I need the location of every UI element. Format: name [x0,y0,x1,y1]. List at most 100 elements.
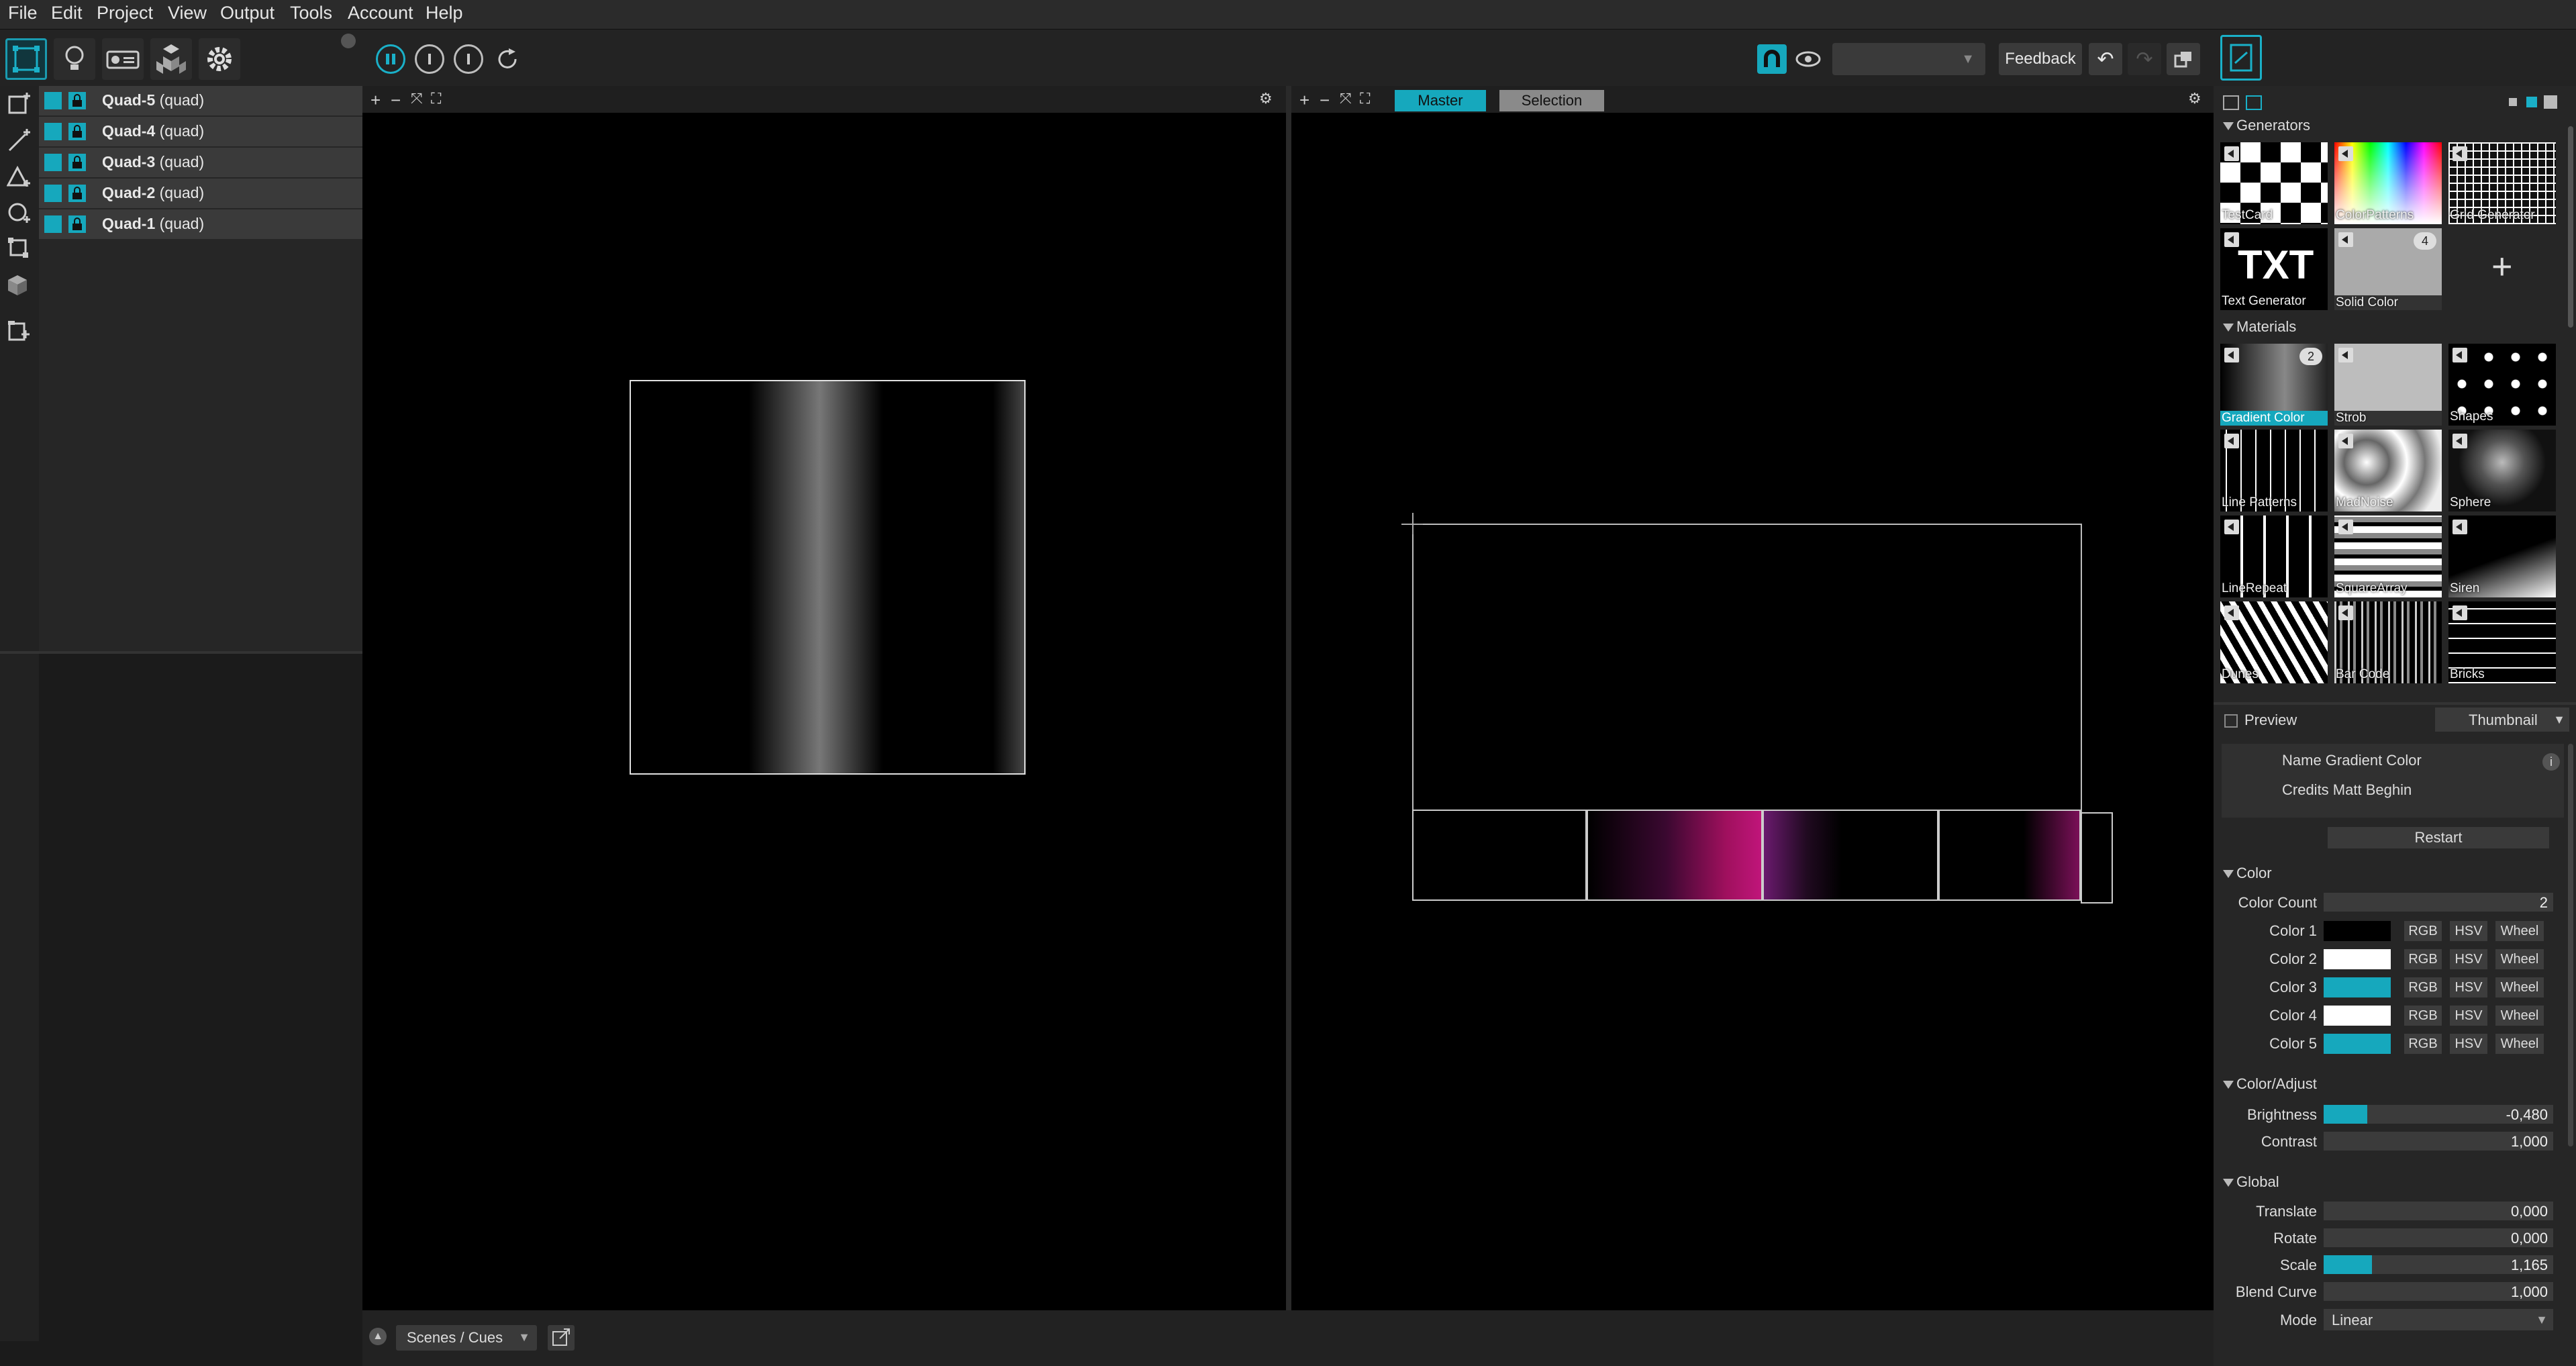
material-thumb[interactable]: Shapes [2448,344,2556,426]
document-button[interactable] [2220,35,2262,81]
color-count-slider[interactable]: 2 [2324,893,2553,912]
add-triangle-icon[interactable] [7,164,32,189]
play-arrow-icon[interactable] [2224,146,2239,161]
3d-mode-button[interactable] [150,38,192,80]
material-thumb[interactable]: Line Patterns [2220,430,2328,511]
material-thumb[interactable]: Siren [2448,516,2556,597]
hsv-button[interactable]: HSV [2450,1034,2487,1054]
menu-output[interactable]: Output [220,3,275,23]
play-arrow-icon[interactable] [2338,520,2353,534]
large-thumbs-icon[interactable] [2544,95,2557,109]
material-thumb[interactable]: MadNoise [2334,430,2442,511]
menu-edit[interactable]: Edit [51,3,83,23]
visibility-checkbox[interactable] [44,185,62,202]
add-circle-icon[interactable] [7,200,32,226]
scale-slider[interactable]: 1,165 [2324,1255,2553,1274]
wheel-button[interactable]: Wheel [2495,949,2544,969]
lock-icon[interactable] [68,154,86,171]
collapse-triangle-icon[interactable] [2223,870,2234,878]
expand-icon[interactable]: ▲ [369,1328,387,1345]
add-group-icon[interactable] [7,318,32,344]
menu-account[interactable]: Account [348,3,413,23]
input-view[interactable] [362,113,1286,1310]
output-quad[interactable] [1938,810,2081,901]
play-arrow-icon[interactable] [2224,232,2239,247]
menu-help[interactable]: Help [426,3,463,23]
zoom-out-icon[interactable]: − [1320,90,1330,111]
popout-button[interactable] [548,1325,575,1351]
visibility-checkbox[interactable] [44,92,62,109]
generator-thumb[interactable]: ColorPatterns [2334,142,2442,224]
color-4-swatch[interactable] [2324,1006,2391,1026]
hsv-button[interactable]: HSV [2450,1006,2487,1026]
material-thumb[interactable]: LineRepeat [2220,516,2328,597]
settings-mode-button[interactable] [199,38,240,80]
zoom-out-icon[interactable]: − [391,90,401,111]
restart-button[interactable]: Restart [2328,827,2549,848]
feedback-button[interactable]: Feedback [1999,43,2082,75]
play-arrow-icon[interactable] [2338,605,2353,620]
output-quad[interactable] [1412,810,1587,901]
layer-row[interactable]: Quad-1 (quad) [39,209,362,240]
play-arrow-icon[interactable] [2453,146,2467,161]
lock-icon[interactable] [68,215,86,233]
layer-row[interactable]: Quad-5 (quad) [39,86,362,117]
add-3d-object-icon[interactable] [7,273,32,298]
rgb-button[interactable]: RGB [2404,921,2442,941]
material-thumb[interactable]: Bar Code [2334,601,2442,683]
hsv-button[interactable]: HSV [2450,977,2487,997]
rotate-slider[interactable]: 0,000 [2324,1228,2553,1247]
generator-thumb[interactable]: TestCard [2220,142,2328,224]
translate-slider[interactable]: 0,000 [2324,1202,2553,1220]
output-quad-edge[interactable] [2081,812,2113,904]
fit-view-icon[interactable]: ⤧ [411,90,423,107]
play-arrow-icon[interactable] [2453,605,2467,620]
panel-splitter[interactable] [0,651,362,654]
tab-master[interactable]: Master [1395,90,1486,111]
lock-icon[interactable] [68,92,86,109]
output-quad[interactable] [1587,810,1763,901]
stop-button[interactable] [415,44,444,74]
inspector-scrollbar[interactable] [2568,744,2573,1147]
small-thumbs-icon[interactable] [2509,98,2517,106]
visibility-checkbox[interactable] [44,154,62,171]
add-generator-button[interactable]: + [2448,228,2556,310]
layer-row[interactable]: Quad-3 (quad) [39,148,362,179]
material-thumb[interactable]: Dunes [2220,601,2328,683]
color-3-swatch[interactable] [2324,977,2391,997]
collapse-triangle-icon[interactable] [2223,324,2234,332]
undo-button[interactable]: ↶ [2089,43,2122,75]
view-settings-icon[interactable]: ⚙ [2188,90,2201,107]
material-thumb[interactable]: Sphere [2448,430,2556,511]
zoom-in-icon[interactable]: + [370,90,381,111]
material-thumb[interactable]: Bricks [2448,601,2556,683]
play-arrow-icon[interactable] [2338,146,2353,161]
generator-thumb[interactable]: TXT Text Generator [2220,228,2328,310]
output-quad[interactable] [1763,810,1938,901]
lock-icon[interactable] [68,123,86,140]
hsv-button[interactable]: HSV [2450,921,2487,941]
play-arrow-icon[interactable] [2338,434,2353,448]
material-thumb[interactable]: SquareArray [2334,516,2442,597]
rgb-button[interactable]: RGB [2404,1006,2442,1026]
rgb-button[interactable]: RGB [2404,977,2442,997]
color-2-swatch[interactable] [2324,949,2391,969]
layer-row[interactable]: Quad-4 (quad) [39,117,362,148]
menu-tools[interactable]: Tools [290,3,332,23]
visibility-checkbox[interactable] [44,123,62,140]
wheel-button[interactable]: Wheel [2495,1034,2544,1054]
wheel-button[interactable]: Wheel [2495,921,2544,941]
library-scrollbar[interactable] [2568,126,2573,328]
redo-button[interactable]: ↷ [2128,43,2161,75]
fullscreen-icon[interactable]: ⛶ [1360,90,1370,107]
menu-view[interactable]: View [168,3,207,23]
color-1-swatch[interactable] [2324,921,2391,941]
image-view-icon[interactable] [2246,95,2262,110]
detach-button[interactable] [2167,43,2200,75]
material-thumb[interactable]: Strob [2334,344,2442,426]
scenes-cues-dropdown[interactable]: Scenes / Cues ▼ [396,1325,537,1351]
wheel-button[interactable]: Wheel [2495,1006,2544,1026]
play-arrow-icon[interactable] [2224,520,2239,534]
panel-splitter[interactable] [2214,702,2576,705]
visibility-button[interactable] [1793,44,1823,74]
